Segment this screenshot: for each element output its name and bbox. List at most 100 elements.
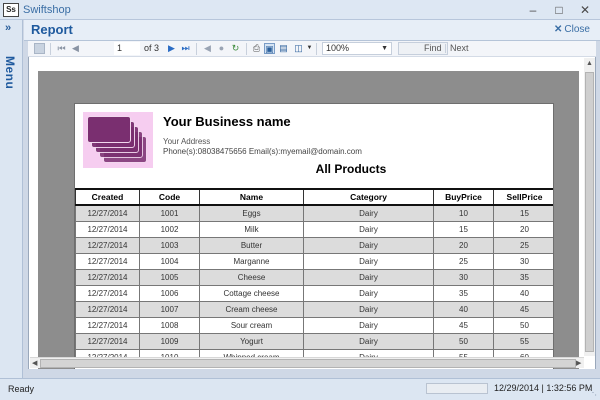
column-header: Created [75,188,140,206]
table-cell: Yogurt [199,332,304,350]
table-cell: 40 [433,300,494,318]
column-header: BuyPrice [433,188,494,206]
scroll-left-icon[interactable]: ◀ [32,359,37,367]
zoom-value: 100% [326,43,350,53]
business-logo [83,112,153,168]
page-count: of 3 [144,43,160,53]
progress-bar [426,383,488,394]
table-cell: 12/27/2014 [75,236,140,254]
table-cell: 1006 [139,284,200,302]
table-cell: 30 [493,252,553,270]
resize-grip-icon[interactable]: ⋱ [589,388,597,397]
export-dropdown-icon[interactable]: ▼ [304,43,315,54]
table-cell: 20 [433,236,494,254]
print-layout-icon[interactable]: ▣ [264,43,275,54]
table-cell: Dairy [303,204,434,222]
table-cell: 35 [493,268,553,286]
find-link[interactable]: Find [424,43,442,55]
table-cell: 25 [493,236,553,254]
table-cell: Dairy [303,284,434,302]
toolbar-separator [316,43,317,55]
report-title: Report [31,22,73,37]
table-cell: 1004 [139,252,200,270]
toolbar-separator [246,43,247,55]
close-report-button[interactable]: ✕ Close [554,24,590,35]
table-cell: 30 [433,268,494,286]
table-cell: 40 [493,284,553,302]
report-toolbar: ⏮ ◀ 1 of 3 ▶ ⏭ ◀ ● ↻ ⎙ ▣ ▤ ◫ ▼ 100% ▼ Fi… [28,41,596,57]
business-contact: Phone(s):08038475656 Email(s):myemail@do… [163,147,362,156]
table-cell: Cream cheese [199,300,304,318]
table-row: 12/27/2014 1002 Milk Dairy 15 20 [75,220,553,238]
refresh-icon[interactable]: ↻ [230,43,241,54]
table-cell: 50 [493,316,553,334]
table-cell: Marganne [199,252,304,270]
sidebar-menu-label[interactable]: Menu [3,56,17,89]
scroll-up-icon[interactable]: ▲ [586,60,593,67]
app-icon: Ss [3,2,19,17]
horizontal-scrollbar[interactable]: ◀ ▶ [30,357,584,368]
table-header-row: Created Code Name Category BuyPrice Sell… [75,188,553,206]
table-cell: 12/27/2014 [75,316,140,334]
expand-sidebar-icon[interactable]: » [5,22,11,34]
table-cell: 15 [493,204,553,222]
table-row: 12/27/2014 1007 Cream cheese Dairy 40 45 [75,300,553,318]
table-cell: Sour cream [199,316,304,334]
maximize-icon[interactable]: □ [546,0,572,20]
zoom-select[interactable]: 100% ▼ [322,42,392,55]
table-cell: 15 [433,220,494,238]
table-cell: 12/27/2014 [75,204,140,222]
previous-page-icon[interactable]: ◀ [70,43,81,54]
next-page-icon[interactable]: ▶ [166,43,177,54]
table-cell: 25 [433,252,494,270]
table-cell: Dairy [303,220,434,238]
table-row: 12/27/2014 1003 Butter Dairy 20 25 [75,236,553,254]
table-cell: Cheese [199,268,304,286]
table-cell: Dairy [303,252,434,270]
print-icon[interactable]: ⎙ [251,43,262,54]
table-cell: 1007 [139,300,200,318]
table-row: 12/27/2014 1004 Marganne Dairy 25 30 [75,252,553,270]
table-cell: 1009 [139,332,200,350]
table-cell: 12/27/2014 [75,252,140,270]
report-header: Report ✕ Close [24,20,600,41]
toolbar-separator [445,44,446,53]
table-cell: 45 [433,316,494,334]
table-cell: 20 [493,220,553,238]
vertical-scrollbar[interactable]: ▲ [584,58,595,356]
table-cell: Dairy [303,332,434,350]
next-link[interactable]: Next [450,43,469,55]
table-cell: 1001 [139,204,200,222]
page-setup-icon[interactable]: ▤ [278,43,289,54]
business-address: Your Address [163,137,211,146]
scroll-right-icon[interactable]: ▶ [576,359,581,367]
report-page: Your Business name Your Address Phone(s)… [74,103,554,369]
table-cell: 1003 [139,236,200,254]
table-cell: Milk [199,220,304,238]
first-page-icon[interactable]: ⏮ [56,43,67,54]
table-cell: 10 [433,204,494,222]
window-titlebar: Ss Swiftshop – □ ✕ [0,0,600,20]
column-header: Code [139,188,200,206]
table-cell: 55 [493,332,553,350]
export-icon[interactable]: ◫ [293,43,304,54]
close-icon: ✕ [554,24,563,35]
column-header: SellPrice [493,188,553,206]
table-row: 12/27/2014 1009 Yogurt Dairy 50 55 [75,332,553,350]
back-icon[interactable]: ◀ [202,43,213,54]
table-cell: 45 [493,300,553,318]
column-header: Category [303,188,434,206]
stop-icon[interactable]: ● [216,43,227,54]
vertical-scroll-thumb[interactable] [585,72,594,352]
table-row: 12/27/2014 1008 Sour cream Dairy 45 50 [75,316,553,334]
table-row: 12/27/2014 1001 Eggs Dairy 10 15 [75,204,553,222]
horizontal-scroll-thumb[interactable] [40,359,576,368]
minimize-icon[interactable]: – [520,0,546,20]
table-row: 12/27/2014 1005 Cheese Dairy 30 35 [75,268,553,286]
last-page-icon[interactable]: ⏭ [180,43,191,54]
column-header: Name [199,188,304,206]
document-map-icon[interactable] [34,43,45,54]
close-icon[interactable]: ✕ [572,0,598,20]
toolbar-separator [50,43,51,55]
page-number-input[interactable]: 1 [114,42,140,55]
